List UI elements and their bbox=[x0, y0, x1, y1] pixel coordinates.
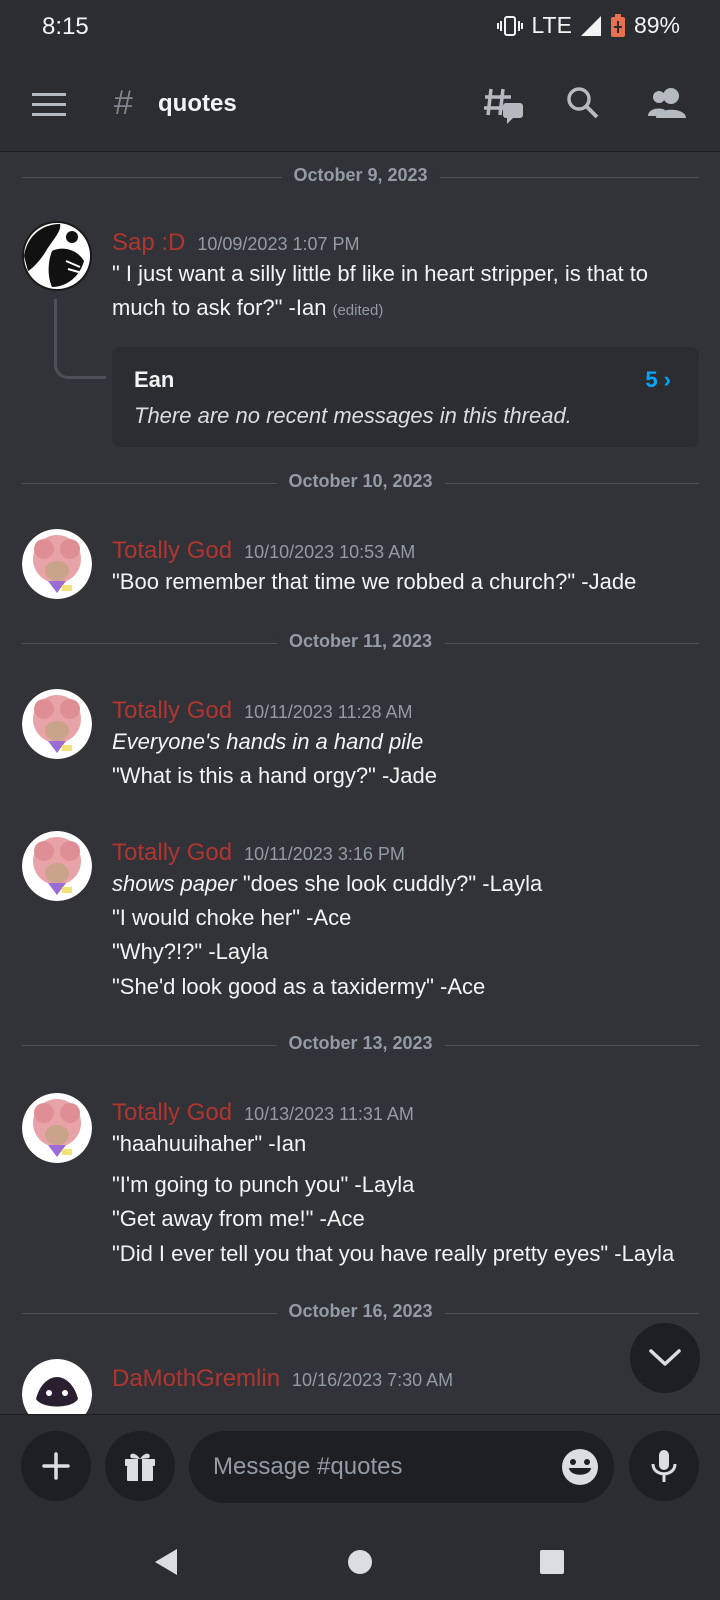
date-divider-label: October 9, 2023 bbox=[281, 165, 440, 186]
message-text-line: shows paper "does she look cuddly?" -Lay… bbox=[112, 871, 542, 897]
author-name[interactable]: Totally God bbox=[112, 839, 232, 866]
channel-hash-icon: # bbox=[114, 84, 133, 122]
network-label: LTE bbox=[531, 12, 572, 38]
threads-icon[interactable] bbox=[478, 78, 532, 132]
message-header: DaMothGremlin 10/16/2023 7:30 AM bbox=[112, 1365, 453, 1393]
thread-message-count[interactable]: 5 › bbox=[645, 367, 671, 393]
search-icon[interactable] bbox=[560, 80, 606, 126]
microphone-icon bbox=[651, 1450, 677, 1482]
message-text-line: much to ask for?" -Ian (edited) bbox=[112, 295, 383, 321]
message-header: Totally God 10/11/2023 11:28 AM bbox=[112, 697, 413, 725]
date-divider: October 9, 2023 bbox=[22, 165, 699, 186]
message-text: "haahuuihaher" -Ian bbox=[112, 1131, 307, 1156]
system-nav-bar bbox=[0, 1522, 720, 1600]
author-name[interactable]: Totally God bbox=[112, 537, 232, 564]
message-list[interactable]: October 9, 2023 Sap :D 10/09/2023 1:07 PM… bbox=[0, 153, 720, 1414]
message-timestamp: 10/10/2023 10:53 AM bbox=[244, 542, 416, 562]
thread-empty-text: There are no recent messages in this thr… bbox=[134, 403, 572, 428]
channel-header: # quotes bbox=[0, 54, 720, 152]
message-input-wrapper bbox=[189, 1431, 614, 1503]
message-text: "does she look cuddly?" -Layla bbox=[242, 871, 543, 896]
thread-connector bbox=[54, 299, 106, 379]
date-divider: October 13, 2023 bbox=[22, 1033, 699, 1054]
author-name[interactable]: DaMothGremlin bbox=[112, 1365, 280, 1392]
avatar[interactable] bbox=[22, 529, 92, 599]
avatar[interactable] bbox=[22, 221, 92, 291]
signal-icon bbox=[580, 15, 602, 37]
message-text: Everyone's hands in a hand pile bbox=[112, 729, 424, 754]
recents-icon[interactable] bbox=[530, 1540, 574, 1584]
message-header: Totally God 10/11/2023 3:16 PM bbox=[112, 839, 405, 867]
message-text: "I would choke her" -Ace bbox=[112, 905, 352, 930]
date-divider: October 11, 2023 bbox=[22, 631, 699, 652]
status-time: 8:15 bbox=[42, 13, 89, 40]
message-text: "Did I ever tell you that you have reall… bbox=[112, 1241, 675, 1266]
message-header: Totally God 10/13/2023 11:31 AM bbox=[112, 1099, 414, 1127]
vibrate-icon bbox=[497, 15, 524, 37]
gift-icon bbox=[125, 1453, 155, 1481]
message-text: "She'd look good as a taxidermy" -Ace bbox=[112, 974, 486, 999]
message-text: "I'm going to punch you" -Layla bbox=[112, 1172, 415, 1197]
message-timestamp: 10/09/2023 1:07 PM bbox=[197, 234, 360, 254]
avatar[interactable] bbox=[22, 689, 92, 759]
thread-preview[interactable]: Ean 5 › There are no recent messages in … bbox=[112, 347, 699, 447]
message-text: much to ask for?" -Ian bbox=[112, 295, 327, 320]
date-divider-label: October 10, 2023 bbox=[276, 471, 445, 492]
thread-name: Ean bbox=[134, 367, 175, 392]
message-timestamp: 10/11/2023 11:28 AM bbox=[244, 702, 413, 722]
date-divider-label: October 13, 2023 bbox=[276, 1033, 445, 1054]
author-name[interactable]: Totally God bbox=[112, 1099, 232, 1126]
avatar[interactable] bbox=[22, 1359, 92, 1414]
message-input[interactable] bbox=[213, 1447, 543, 1487]
battery-percent: 89% bbox=[633, 12, 680, 38]
date-divider: October 16, 2023 bbox=[22, 1301, 699, 1322]
channel-title[interactable]: quotes bbox=[158, 90, 237, 118]
date-divider-label: October 16, 2023 bbox=[276, 1301, 445, 1322]
voice-message-button[interactable] bbox=[629, 1431, 699, 1501]
avatar[interactable] bbox=[22, 831, 92, 901]
message-text: "What is this a hand orgy?" -Jade bbox=[112, 763, 438, 788]
home-icon[interactable] bbox=[338, 1540, 382, 1584]
avatar[interactable] bbox=[22, 1093, 92, 1163]
emoji-icon[interactable] bbox=[560, 1447, 600, 1487]
plus-icon bbox=[42, 1452, 70, 1480]
message-timestamp: 10/13/2023 11:31 AM bbox=[244, 1104, 414, 1124]
message-text: " I just want a silly little bf like in … bbox=[112, 261, 649, 286]
message-timestamp: 10/16/2023 7:30 AM bbox=[292, 1370, 454, 1390]
message-text: "Boo remember that time we robbed a chur… bbox=[112, 569, 637, 594]
members-icon[interactable] bbox=[642, 80, 692, 126]
edited-label: (edited) bbox=[332, 302, 384, 319]
author-name[interactable]: Sap :D bbox=[112, 229, 185, 256]
status-icons: LTE 89% bbox=[497, 12, 680, 39]
date-divider-label: October 11, 2023 bbox=[276, 631, 445, 652]
status-bar: 8:15 LTE 89% bbox=[0, 0, 720, 54]
message-composer bbox=[0, 1414, 720, 1522]
battery-icon bbox=[610, 13, 626, 38]
message-timestamp: 10/11/2023 3:16 PM bbox=[244, 844, 405, 864]
jump-to-present-button[interactable] bbox=[630, 1323, 700, 1393]
gift-button[interactable] bbox=[105, 1431, 175, 1501]
author-name[interactable]: Totally God bbox=[112, 697, 232, 724]
date-divider: October 10, 2023 bbox=[22, 471, 699, 492]
back-icon[interactable] bbox=[144, 1540, 188, 1584]
menu-icon[interactable] bbox=[26, 82, 72, 128]
message-text: "Get away from me!" -Ace bbox=[112, 1206, 365, 1231]
add-attachment-button[interactable] bbox=[21, 1431, 91, 1501]
chevron-down-icon bbox=[649, 1349, 681, 1366]
message-text: "Why?!?" -Layla bbox=[112, 939, 269, 964]
message-text: shows paper bbox=[112, 871, 237, 896]
message-header: Sap :D 10/09/2023 1:07 PM bbox=[112, 229, 360, 257]
message-header: Totally God 10/10/2023 10:53 AM bbox=[112, 537, 415, 565]
